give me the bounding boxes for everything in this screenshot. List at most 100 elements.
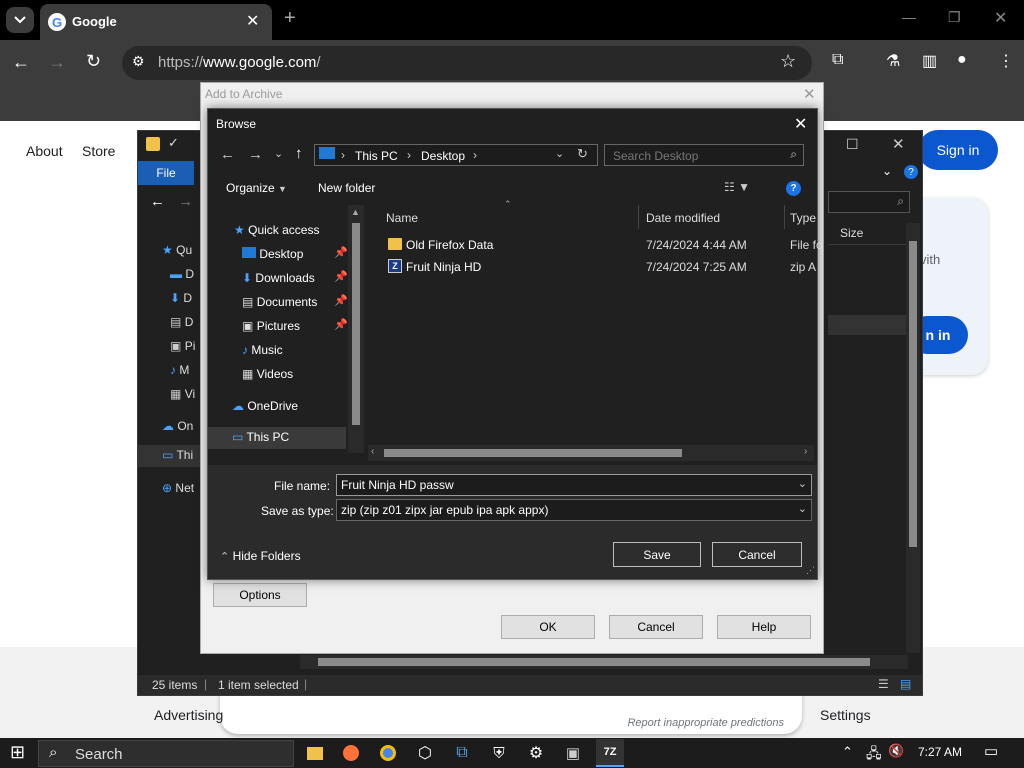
explorer-selected-row[interactable] [828,315,906,335]
nav-item-onedrive[interactable]: ☁ On [162,419,193,433]
recent-locations-icon[interactable]: ⌄ [274,147,283,160]
side-panel-icon[interactable]: ▥ [922,51,937,71]
chevron-down-icon[interactable]: ⌄ [798,477,807,490]
explorer-horizontal-scrollbar[interactable] [300,655,908,669]
nav-store-link[interactable]: Store [82,143,115,159]
footer-settings-link[interactable]: Settings [820,707,871,723]
chevron-down-icon[interactable]: ⌄ [798,502,807,515]
nav-item-videos[interactable]: ▦ Vi [170,387,195,401]
column-header-date[interactable]: Date modified [646,211,720,225]
explorer-search-box[interactable]: ⌕ [828,191,910,213]
labs-icon[interactable]: ⚗ [886,51,900,71]
scroll-left-icon[interactable]: ‹ [371,446,374,457]
site-info-icon[interactable]: ⚙ [132,53,145,70]
explorer-back-icon[interactable]: ← [150,193,165,210]
scroll-up-icon[interactable]: ▲ [351,207,360,217]
explorer-close-icon[interactable]: ✕ [892,135,905,153]
up-folder-icon[interactable]: ↑ [295,145,303,162]
hide-folders-button[interactable]: ⌃ Hide Folders [220,549,301,563]
report-predictions-link[interactable]: Report inappropriate predictions [627,717,784,729]
breadcrumb-desktop[interactable]: Desktop [421,149,465,163]
help-icon[interactable]: ? [786,181,801,196]
windows-start-icon[interactable]: ⊞ [10,742,25,763]
save-button[interactable]: Save [613,542,701,567]
menu-icon[interactable]: ⋮ [998,51,1014,71]
nav-desktop[interactable]: Desktop [242,247,303,261]
nav-item-downloads[interactable]: ⬇ D [170,291,192,305]
nav-item-desktop[interactable]: ▬ D [170,267,194,281]
clock-time[interactable]: 7:27 AM [918,745,962,759]
resize-grip-icon[interactable]: ⋰ [806,565,815,576]
remote-desktop-icon[interactable]: ▣ [559,739,587,767]
nav-item-this-pc[interactable]: ▭ Thi [138,445,208,467]
settings-gear-icon[interactable]: ⚙ [522,739,550,767]
browse-close-icon[interactable]: ✕ [794,114,807,134]
scrollbar-thumb[interactable] [384,449,682,457]
file-list-hscrollbar[interactable]: ‹ › [368,445,814,461]
nav-music[interactable]: ♪ Music [242,343,283,357]
scrollbar-thumb[interactable] [909,241,917,547]
nav-documents[interactable]: ▤ Documents [242,295,317,309]
column-header-type[interactable]: Type [790,211,816,225]
explorer-maximize-icon[interactable]: ☐ [846,136,859,153]
path-bar[interactable]: › This PC › Desktop › ⌄ ↻ [314,144,598,166]
scrollbar-thumb[interactable] [318,658,870,666]
file-name-input[interactable]: Fruit Ninja HD passw ⌄ [336,474,812,496]
address-bar[interactable]: ⚙ https://www.google.com/ ☆ [122,46,812,80]
help-icon[interactable]: ? [904,165,918,179]
pin-icon[interactable]: 📌 [334,246,348,259]
scrollbar-thumb[interactable] [352,223,360,425]
nav-downloads[interactable]: ⬇ Downloads [242,271,315,285]
url-text[interactable]: https://www.google.com/ [158,54,321,71]
network-app-icon[interactable]: ⧉ [448,739,476,767]
path-dropdown-icon[interactable]: ⌄ [555,147,564,160]
nav-about-link[interactable]: About [26,143,63,159]
file-row[interactable]: Old Firefox Data 7/24/2024 4:44 AM File … [366,235,823,255]
nav-pane-scrollbar[interactable]: ▲ [348,205,364,453]
profile-icon[interactable]: ● [957,51,967,69]
nav-item-pictures[interactable]: ▣ Pi [170,339,195,353]
volume-muted-icon[interactable]: 🔇 [888,743,904,759]
archive-close-icon[interactable]: ✕ [803,85,816,103]
nav-this-pc[interactable]: ▭ This PC [208,427,346,449]
options-button[interactable]: Options [213,583,307,607]
box-app-icon[interactable]: ⬡ [411,739,439,767]
details-view-icon[interactable]: ☰ [878,677,889,691]
minimize-icon[interactable]: — [902,9,916,25]
nav-item-documents[interactable]: ▤ D [170,315,193,329]
browse-forward-icon[interactable]: → [248,146,263,163]
extensions-icon[interactable]: ⧉ [832,51,843,69]
firefox-icon[interactable] [337,739,365,767]
help-button[interactable]: Help [717,615,811,639]
restore-icon[interactable]: ❐ [948,9,961,26]
scroll-right-icon[interactable]: › [804,446,807,457]
file-explorer-icon[interactable] [301,739,329,767]
chrome-icon[interactable] [374,739,402,767]
browse-cancel-button[interactable]: Cancel [712,542,802,567]
tab-search-button[interactable] [6,7,34,33]
file-row[interactable]: Z Fruit Ninja HD 7/24/2024 7:25 AM zip A [366,257,816,277]
tiles-view-icon[interactable]: ▤ [900,677,911,691]
pin-icon[interactable]: 📌 [334,270,348,283]
back-icon[interactable]: ← [12,52,30,73]
archive-cancel-button[interactable]: Cancel [609,615,703,639]
security-shield-icon[interactable]: ⛨ [485,739,513,767]
nav-videos[interactable]: ▦ Videos [242,367,293,381]
ribbon-expand-icon[interactable]: ⌄ [882,164,892,178]
browser-tab[interactable]: G Google ✕ [40,4,272,40]
breadcrumb-this-pc[interactable]: This PC [355,149,398,163]
forward-icon[interactable]: → [48,52,66,73]
sign-in-button[interactable]: Sign in [918,130,998,170]
network-status-icon[interactable]: 🖧 [866,743,882,767]
refresh-icon[interactable]: ↻ [577,146,588,162]
organize-button[interactable]: Organize ▼ [226,181,287,195]
tray-overflow-icon[interactable]: ⌃ [842,744,853,760]
taskbar-search-box[interactable]: ⌕ Search [38,740,294,767]
search-desktop-input[interactable]: Search Desktop ⌕ [604,144,804,166]
size-column-header[interactable]: Size [840,226,863,240]
explorer-forward-icon[interactable]: → [178,193,193,210]
explorer-vertical-scrollbar[interactable] [906,223,920,653]
new-folder-button[interactable]: New folder [318,181,375,195]
new-tab-icon[interactable]: + [284,7,296,30]
footer-advertising-link[interactable]: Advertising [154,707,223,723]
